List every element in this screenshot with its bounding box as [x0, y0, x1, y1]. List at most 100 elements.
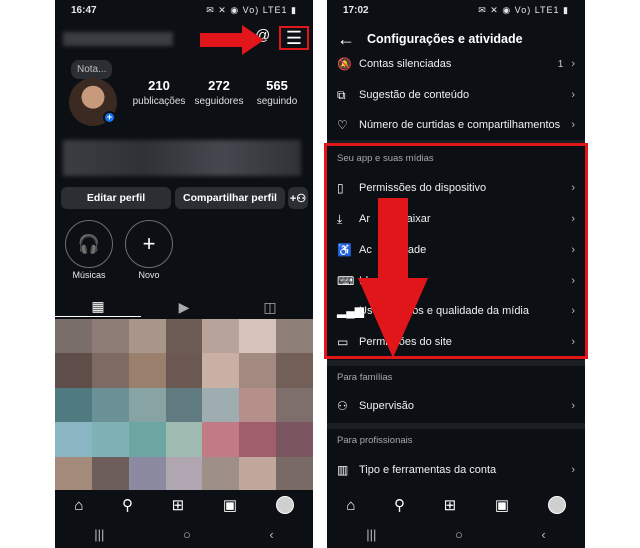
row-account-tools[interactable]: ▥ Tipo e ferramentas da conta ›	[327, 455, 585, 485]
row-like-counts[interactable]: ♡ Número de curtidas e compartilhamentos…	[327, 110, 585, 140]
back-chevron-icon[interactable]: ‹	[541, 527, 545, 542]
hamburger-menu-button[interactable]: ☰	[279, 26, 309, 50]
status-time: 17:02	[343, 4, 369, 16]
red-arrow-down	[358, 198, 428, 358]
blurred-post-tile[interactable]	[55, 319, 92, 354]
blurred-post-tile[interactable]	[55, 387, 92, 423]
blurred-post-tile[interactable]	[128, 456, 166, 491]
blurred-post-tile[interactable]	[202, 456, 240, 491]
posts-grid	[55, 319, 313, 491]
home-circle-icon[interactable]: ○	[455, 527, 463, 542]
profile-nav-avatar[interactable]	[547, 496, 566, 514]
blurred-post-tile[interactable]	[202, 387, 240, 423]
highlight-label-new: Novo	[138, 270, 160, 280]
chevron-right-icon: ›	[571, 400, 575, 412]
headphones-icon: 🎧	[77, 233, 101, 254]
home-icon[interactable]: ⌂	[74, 497, 83, 514]
blurred-post-tile[interactable]	[128, 353, 166, 388]
search-icon[interactable]: ⚲	[122, 496, 133, 514]
create-icon[interactable]: ⊞	[444, 496, 457, 514]
home-circle-icon[interactable]: ○	[183, 527, 191, 542]
edit-profile-button[interactable]: Editar perfil	[61, 187, 171, 209]
recents-icon[interactable]: |||	[94, 527, 104, 542]
blurred-post-tile[interactable]	[128, 387, 166, 423]
status-bar: 16:47 ✉ ✕ ◉ Vo) LTE1 ▮	[55, 0, 313, 20]
blurred-post-tile[interactable]	[91, 422, 129, 457]
system-nav: ||| ○ ‹	[55, 522, 313, 546]
note-bubble[interactable]: Nota...	[71, 60, 113, 79]
row-content-suggestions[interactable]: ⧉ Sugestão de conteúdo ›	[327, 80, 585, 110]
blurred-post-tile[interactable]	[91, 387, 129, 423]
tagged-icon: ◫	[263, 298, 277, 315]
create-icon[interactable]: ⊞	[172, 496, 185, 514]
blurred-post-tile[interactable]	[128, 319, 166, 354]
blurred-post-tile[interactable]	[239, 456, 277, 491]
blurred-post-tile[interactable]	[91, 456, 129, 491]
stat-following[interactable]: 565 seguindo	[245, 78, 309, 107]
bell-off-icon: 🔕	[337, 57, 352, 71]
highlight-new[interactable]: +	[125, 220, 173, 268]
heart-off-icon: ♡	[337, 118, 348, 132]
system-nav: ||| ○ ‹	[327, 522, 585, 546]
blurred-bio	[63, 140, 301, 176]
blurred-post-tile[interactable]	[276, 353, 313, 388]
blurred-post-tile[interactable]	[239, 422, 277, 457]
stat-followers[interactable]: 272 seguidores	[187, 78, 251, 107]
tab-tagged[interactable]: ◫	[227, 297, 313, 317]
section-professionals: Para profissionais	[337, 435, 413, 446]
blurred-post-tile[interactable]	[55, 353, 92, 388]
blurred-post-tile[interactable]	[239, 387, 277, 423]
blurred-post-tile[interactable]	[202, 353, 240, 388]
blurred-post-tile[interactable]	[165, 456, 203, 491]
reels-nav-icon[interactable]: ▣	[223, 496, 237, 514]
blurred-username	[63, 32, 173, 46]
share-profile-button[interactable]: Compartilhar perfil	[175, 187, 285, 209]
row-muted-accounts[interactable]: 🔕 Contas silenciadas 1 ›	[327, 49, 585, 79]
hamburger-icon: ☰	[285, 28, 303, 48]
people-icon: ⚇	[337, 399, 348, 413]
grid-icon: ▦	[91, 298, 105, 314]
blurred-post-tile[interactable]	[128, 422, 166, 457]
chevron-right-icon: ›	[571, 464, 575, 476]
blurred-post-tile[interactable]	[276, 319, 313, 354]
chevron-right-icon: ›	[571, 58, 575, 70]
bottom-nav: ⌂ ⚲ ⊞ ▣	[327, 490, 585, 520]
blurred-post-tile[interactable]	[91, 353, 129, 388]
add-person-icon[interactable]: +⚇	[288, 187, 308, 209]
status-icons: ✉ ✕ ◉ Vo) LTE1 ▮	[206, 4, 297, 15]
blurred-post-tile[interactable]	[165, 319, 203, 354]
back-chevron-icon[interactable]: ‹	[269, 527, 273, 542]
stat-posts[interactable]: 210 publicações	[127, 78, 191, 107]
divider	[327, 423, 585, 429]
blurred-post-tile[interactable]	[55, 422, 92, 457]
blurred-post-tile[interactable]	[165, 422, 203, 457]
blurred-post-tile[interactable]	[55, 456, 92, 491]
page-title: Configurações e atividade	[367, 32, 523, 46]
reels-icon: ▶	[178, 298, 190, 315]
suggestion-icon: ⧉	[337, 87, 346, 102]
blurred-post-tile[interactable]	[202, 319, 240, 354]
recents-icon[interactable]: |||	[366, 527, 376, 542]
blurred-post-tile[interactable]	[276, 456, 313, 491]
blurred-post-tile[interactable]	[276, 422, 313, 457]
profile-nav-avatar[interactable]	[275, 496, 294, 514]
status-icons: ✉ ✕ ◉ Vo) LTE1 ▮	[478, 4, 569, 15]
home-icon[interactable]: ⌂	[346, 497, 355, 514]
back-arrow-icon[interactable]: ←	[337, 29, 367, 50]
blurred-post-tile[interactable]	[165, 387, 203, 423]
blurred-post-tile[interactable]	[276, 387, 313, 423]
reels-nav-icon[interactable]: ▣	[495, 496, 509, 514]
add-story-icon[interactable]: +	[103, 111, 116, 124]
section-families: Para famílias	[337, 372, 393, 383]
plus-icon: +	[142, 231, 156, 256]
tab-reels[interactable]: ▶	[141, 297, 227, 317]
blurred-post-tile[interactable]	[165, 353, 203, 388]
highlight-musicas[interactable]: 🎧	[65, 220, 113, 268]
search-icon[interactable]: ⚲	[394, 496, 405, 514]
blurred-post-tile[interactable]	[202, 422, 240, 457]
blurred-post-tile[interactable]	[239, 353, 277, 388]
blurred-post-tile[interactable]	[239, 319, 277, 354]
tab-grid[interactable]: ▦	[55, 297, 141, 317]
blurred-post-tile[interactable]	[91, 319, 129, 354]
row-supervision[interactable]: ⚇ Supervisão ›	[327, 391, 585, 421]
